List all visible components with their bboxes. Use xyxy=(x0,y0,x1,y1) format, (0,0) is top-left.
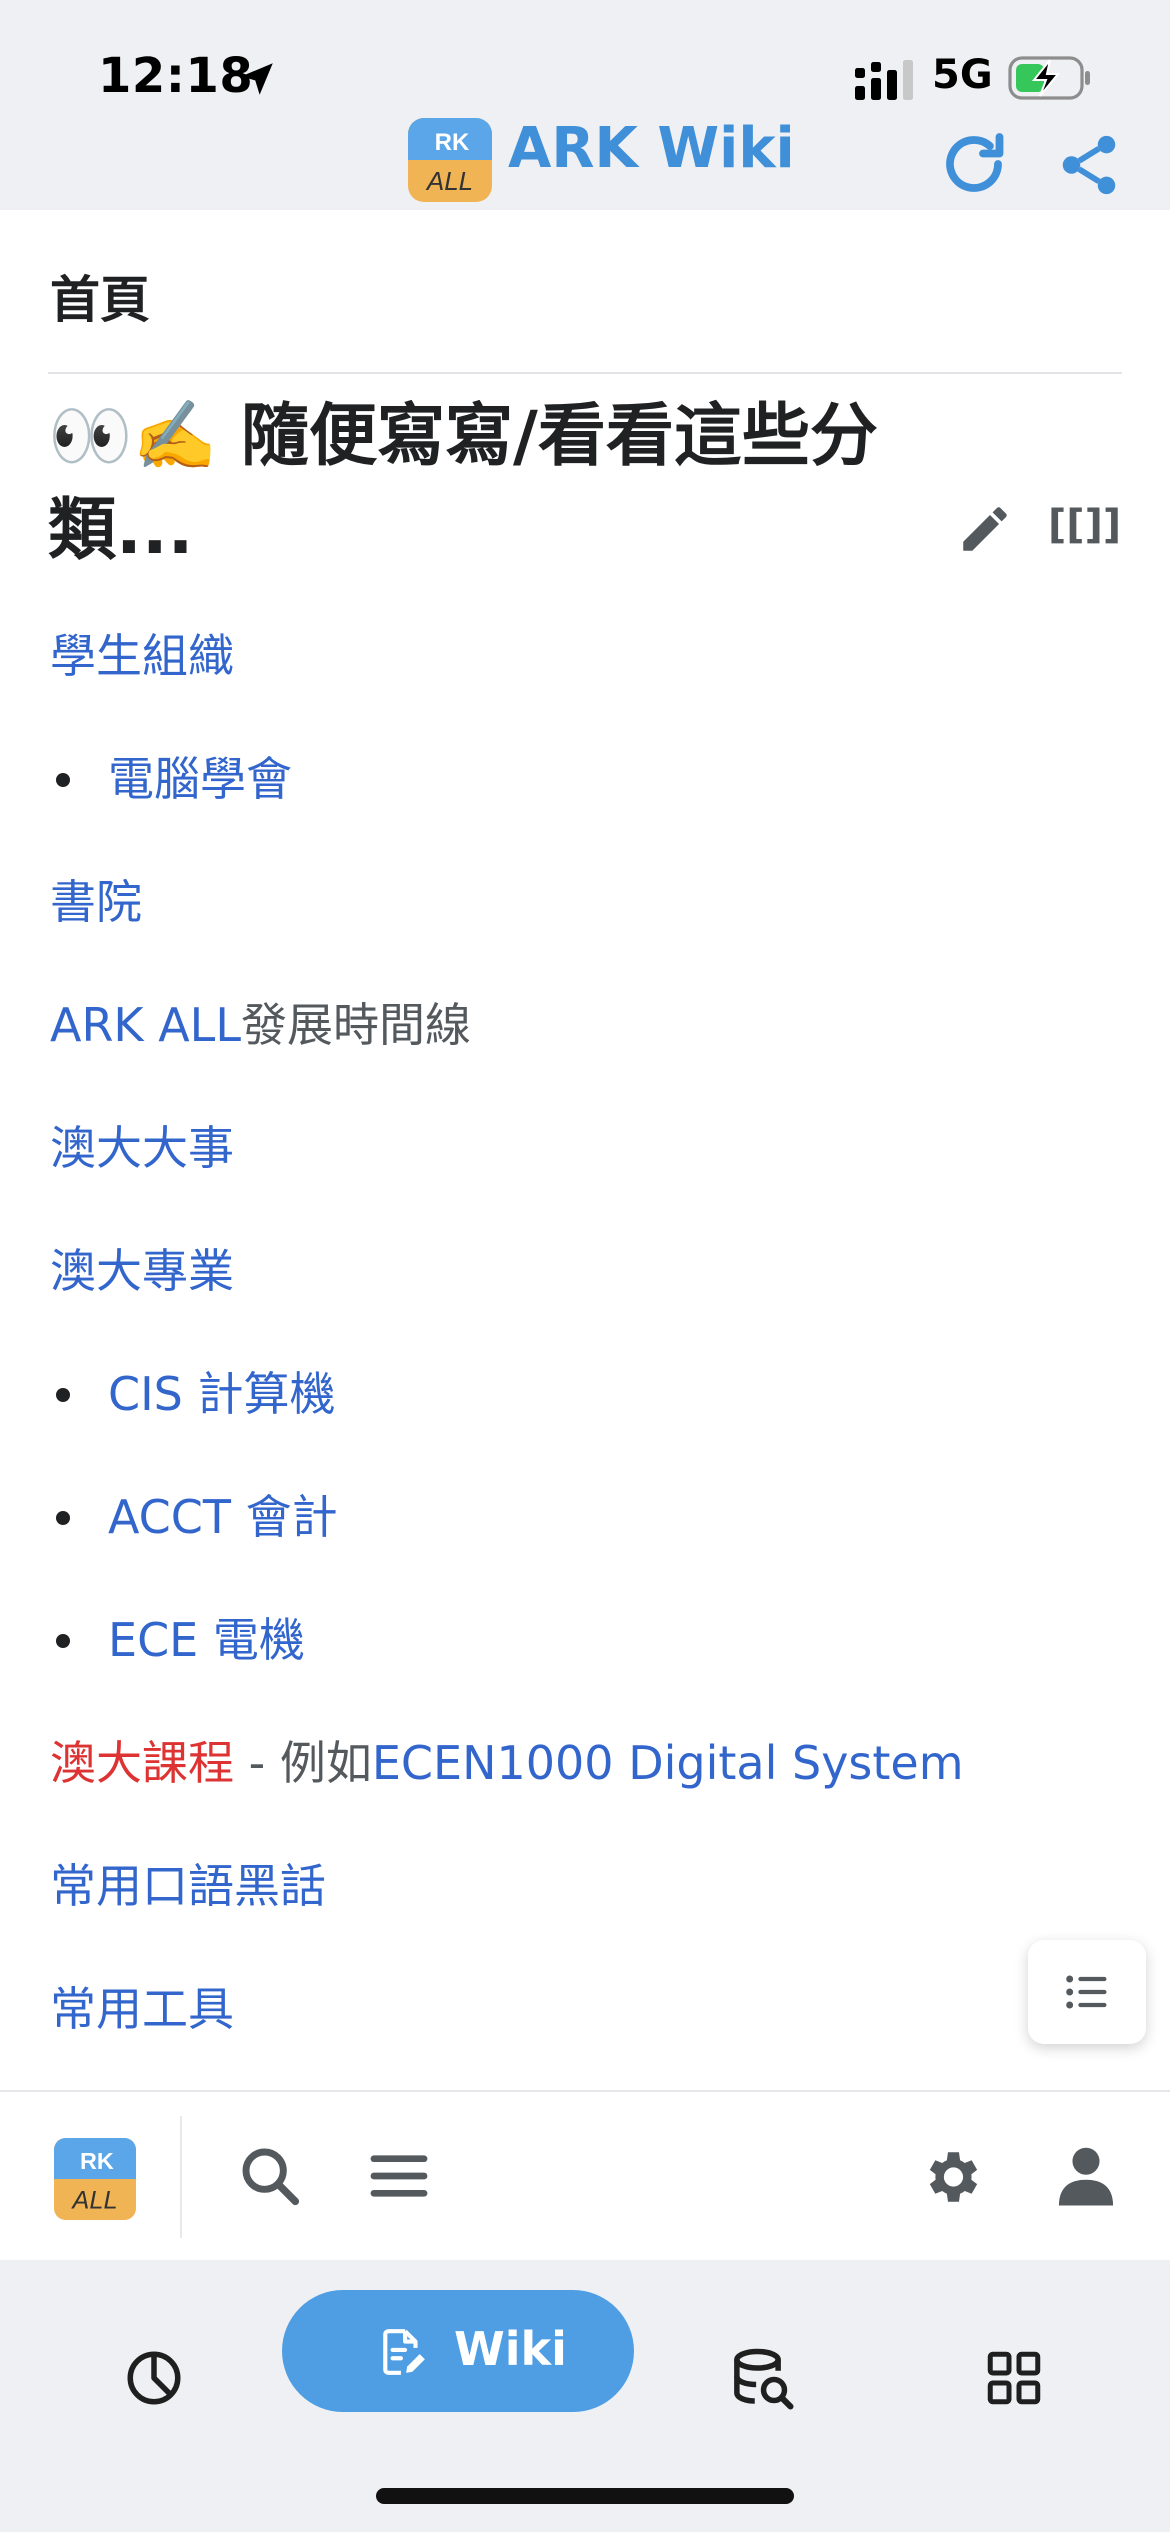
tab-wiki[interactable]: Wiki xyxy=(282,2290,634,2412)
share-icon[interactable] xyxy=(1054,130,1124,200)
page-name: 首頁 xyxy=(50,271,150,329)
battery-charging-icon xyxy=(1008,56,1090,100)
top-bar: 12:18 5G RK ALL ARK Wiki xyxy=(0,0,1170,210)
list-item-link[interactable]: ECEN1000 Digital System xyxy=(372,1736,964,1790)
list-item-link[interactable]: 澳大課程 xyxy=(50,1736,234,1790)
list-item: 澳大大事 xyxy=(50,1118,234,1178)
list-item-link[interactable]: 澳大大事 xyxy=(50,1121,234,1175)
list-item: 書院 xyxy=(50,872,142,932)
app-title: ARK Wiki xyxy=(508,116,795,181)
list-item-link[interactable]: 常用工具 xyxy=(50,1982,234,2036)
toolbar-separator xyxy=(180,2116,182,2238)
list-bullet xyxy=(56,1511,70,1525)
wikilink-button[interactable]: [[]] xyxy=(1048,502,1121,548)
list-item: 常用工具 xyxy=(50,1979,234,2039)
list-item-link[interactable]: 常用口語黑話 xyxy=(50,1859,326,1913)
list-item-text: 發展時間線 xyxy=(240,998,471,1052)
list-item-link[interactable]: ACCT 會計 xyxy=(108,1490,338,1544)
logo-text-top: RK xyxy=(80,2148,114,2174)
list-item-link[interactable]: 學生組織 xyxy=(50,629,234,683)
search-icon[interactable] xyxy=(238,2144,302,2208)
home-indicator xyxy=(376,2488,794,2504)
list-item: 電腦學會 xyxy=(108,749,292,809)
home-logo-button[interactable]: RK ALL xyxy=(54,2138,136,2220)
signal-icon xyxy=(855,60,913,100)
list-item: CIS 計算機 xyxy=(108,1364,336,1424)
list-item-link[interactable]: ARK ALL xyxy=(50,998,241,1052)
user-icon[interactable] xyxy=(1056,2144,1116,2208)
divider xyxy=(48,372,1122,374)
logo-text-top: RK xyxy=(435,129,470,156)
list-item: 澳大課程 - 例如ECEN1000 Digital System xyxy=(50,1733,964,1793)
menu-icon[interactable] xyxy=(368,2150,430,2202)
list-item-link[interactable]: 書院 xyxy=(50,875,142,929)
list-item-link[interactable]: ECE 電機 xyxy=(108,1613,305,1667)
list-item-link[interactable]: CIS 計算機 xyxy=(108,1367,336,1421)
ark-all-logo: RK ALL xyxy=(408,118,492,202)
list-item-link[interactable]: 澳大專業 xyxy=(50,1244,234,1298)
pie-chart-icon[interactable] xyxy=(124,2348,184,2408)
gear-icon[interactable] xyxy=(918,2144,984,2210)
database-search-icon[interactable] xyxy=(730,2346,796,2412)
list-item-text: - 例如 xyxy=(234,1736,372,1790)
list-item: 學生組織 xyxy=(50,626,234,686)
status-time: 12:18 xyxy=(98,48,254,104)
list-bullet xyxy=(56,1634,70,1648)
list-bullet xyxy=(56,1388,70,1402)
list-item: 常用口語黑話 xyxy=(50,1856,326,1916)
grid-icon[interactable] xyxy=(984,2348,1044,2408)
wiki-toolbar: RK ALL xyxy=(0,2090,1170,2260)
app-tab-bar: Wiki xyxy=(0,2260,1170,2532)
section-heading: 👀✍️ 隨便寫寫/看看這些分類... xyxy=(48,397,878,570)
refresh-icon[interactable] xyxy=(938,128,1010,200)
list-item: ACCT 會計 xyxy=(108,1487,338,1547)
network-type: 5G xyxy=(932,52,993,98)
logo-text-bottom: ALL xyxy=(70,2186,117,2214)
logo-text-bottom: ALL xyxy=(425,166,473,196)
toc-button[interactable] xyxy=(1028,1940,1146,2044)
page-content: 首頁 👀✍️ 隨便寫寫/看看這些分類... [[]] 學生組織電腦學會書院 ARK… xyxy=(0,210,1170,2090)
tab-wiki-label: Wiki xyxy=(454,2322,567,2376)
list-item: ARK ALL發展時間線 xyxy=(50,995,471,1055)
list-item: 澳大專業 xyxy=(50,1241,234,1301)
location-arrow-icon xyxy=(241,63,273,95)
list-item: ECE 電機 xyxy=(108,1610,305,1670)
edit-pencil-icon[interactable] xyxy=(956,500,1014,558)
list-bullet xyxy=(56,773,70,787)
toc-list-icon xyxy=(1066,1975,1107,2009)
document-edit-icon xyxy=(383,2329,425,2375)
list-item-link[interactable]: 電腦學會 xyxy=(108,752,292,806)
